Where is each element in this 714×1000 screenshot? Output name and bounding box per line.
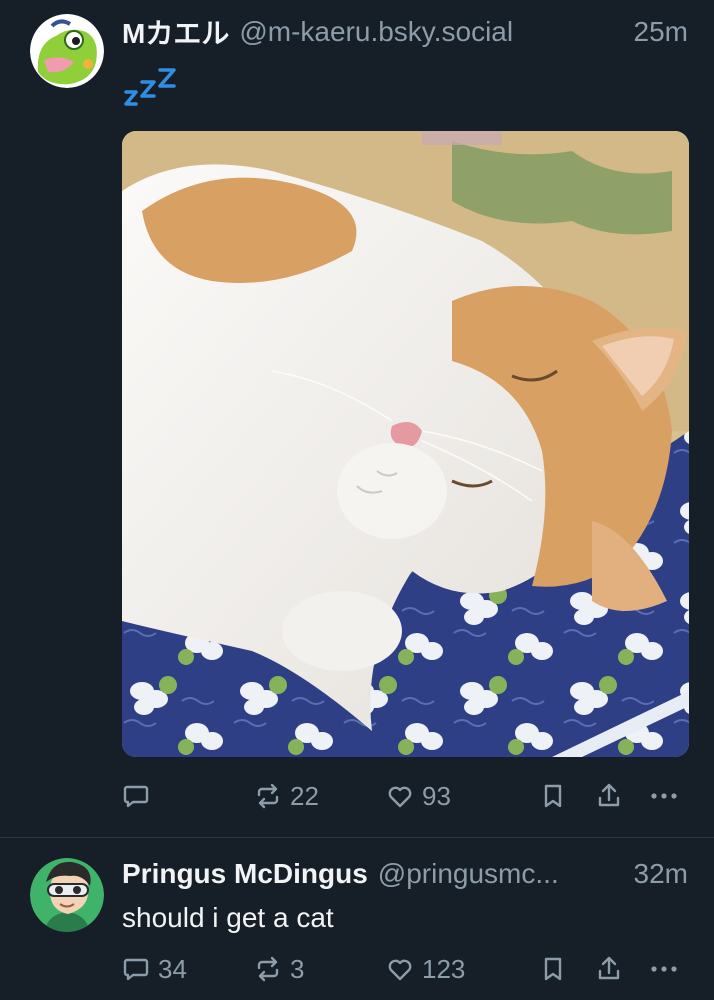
repost-button[interactable]: 22 bbox=[254, 776, 319, 816]
reply-bubble-icon bbox=[123, 785, 149, 808]
post-header: Mカエル @m-kaeru.bsky.social 25m bbox=[122, 14, 688, 50]
cat-photo-illustration bbox=[122, 131, 689, 757]
heart-icon bbox=[388, 959, 412, 981]
post-header: Pringus McDingus @pringusmc... 32m bbox=[122, 856, 688, 892]
zzz-sleeping-emoji-icon bbox=[122, 64, 182, 112]
feed-post[interactable]: Mカエル @m-kaeru.bsky.social 25m 22 93 bbox=[0, 0, 714, 837]
more-options-button[interactable] bbox=[649, 949, 679, 989]
repost-arrows-icon bbox=[257, 783, 279, 809]
share-upload-icon bbox=[598, 783, 620, 807]
post-timestamp[interactable]: 32m bbox=[634, 858, 688, 890]
reply-button[interactable]: 34 bbox=[122, 949, 187, 989]
bookmark-button[interactable] bbox=[540, 776, 566, 816]
author-handle[interactable]: @pringusmc... bbox=[378, 858, 622, 890]
post-actions: 34 3 123 bbox=[0, 949, 714, 989]
cartoon-goggles-avatar-icon bbox=[30, 858, 104, 932]
share-button[interactable] bbox=[595, 949, 623, 989]
author-display-name[interactable]: Mカエル bbox=[122, 12, 229, 52]
like-button[interactable]: 93 bbox=[386, 776, 451, 816]
bookmark-icon bbox=[544, 784, 562, 808]
repost-count: 22 bbox=[290, 780, 319, 811]
bookmark-button[interactable] bbox=[540, 949, 566, 989]
heart-icon bbox=[388, 786, 412, 808]
like-count: 93 bbox=[422, 780, 451, 811]
author-handle[interactable]: @m-kaeru.bsky.social bbox=[239, 16, 621, 48]
author-avatar[interactable] bbox=[30, 858, 104, 932]
post-actions: 22 93 bbox=[0, 776, 714, 816]
ellipsis-icon bbox=[651, 966, 677, 972]
bookmark-icon bbox=[544, 957, 562, 981]
author-avatar[interactable] bbox=[30, 14, 104, 88]
more-options-button[interactable] bbox=[649, 776, 679, 816]
repost-count: 3 bbox=[290, 953, 305, 984]
share-button[interactable] bbox=[595, 776, 623, 816]
post-timestamp[interactable]: 25m bbox=[634, 16, 688, 48]
author-display-name[interactable]: Pringus McDingus bbox=[122, 858, 368, 890]
reply-count: 34 bbox=[158, 953, 187, 984]
post-text: should i get a cat bbox=[122, 902, 334, 933]
like-button[interactable]: 123 bbox=[386, 949, 465, 989]
post-image-sleeping-cat[interactable] bbox=[122, 131, 689, 757]
green-frog-avatar-icon bbox=[30, 14, 104, 88]
share-upload-icon bbox=[598, 956, 620, 980]
repost-button[interactable]: 3 bbox=[254, 949, 304, 989]
ellipsis-icon bbox=[651, 793, 677, 799]
feed-post[interactable]: Pringus McDingus @pringusmc... 32m shoul… bbox=[0, 838, 714, 1000]
reply-button[interactable] bbox=[122, 776, 158, 816]
like-count: 123 bbox=[422, 953, 466, 984]
repost-arrows-icon bbox=[257, 956, 279, 982]
reply-bubble-icon bbox=[123, 958, 149, 981]
